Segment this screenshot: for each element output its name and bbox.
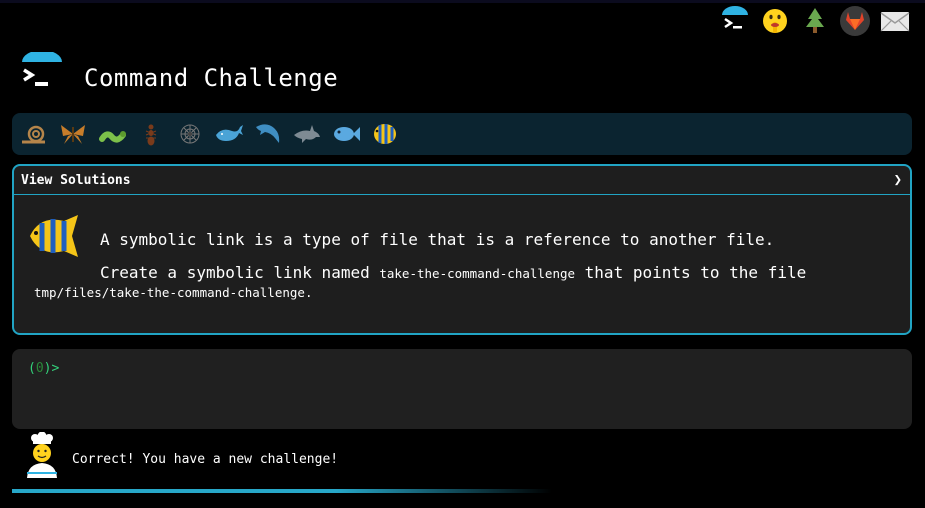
instruction-suffix: that points to the file: [575, 263, 807, 282]
shell-prompt: (0)>: [28, 361, 59, 376]
butterfly-icon[interactable]: [57, 119, 88, 150]
status-message: Correct! You have a new challenge!: [72, 452, 339, 467]
view-solutions-label[interactable]: View Solutions: [21, 173, 131, 188]
top-border: [0, 0, 925, 3]
ant-icon[interactable]: [135, 119, 166, 150]
instruction-prefix: Create a symbolic link named: [100, 263, 380, 282]
terminal-input[interactable]: (0)>: [12, 349, 912, 429]
tropical-fish-icon[interactable]: [369, 119, 400, 150]
top-nav: [719, 5, 911, 37]
prompt-exit-status: 0: [35, 361, 44, 376]
link-name-code: take-the-command-challenge: [379, 266, 576, 281]
progress-bar: [12, 489, 552, 493]
prompt-open: (: [28, 361, 36, 376]
evergreen-tree-icon[interactable]: [799, 5, 831, 37]
dolphin-icon[interactable]: [291, 119, 322, 150]
challenge-progress-bar: [12, 113, 912, 155]
prompt-close: )>: [43, 361, 60, 376]
target-path-code: tmp/files/take-the-command-challenge: [34, 285, 305, 300]
app-logo[interactable]: [20, 50, 64, 96]
tropical-fish-icon: [26, 211, 82, 261]
spider-icon[interactable]: [174, 119, 205, 150]
envelope-icon[interactable]: [879, 5, 911, 37]
page-title: Command Challenge: [84, 64, 339, 92]
challenge-panel: View Solutions ❯ A symbolic link is a ty…: [12, 164, 912, 335]
challenge-description: A symbolic link is a type of file that i…: [100, 230, 775, 249]
target-path-suffix: .: [304, 285, 313, 300]
target-path-line: tmp/files/take-the-command-challenge.: [34, 285, 312, 300]
snail-icon[interactable]: [18, 119, 49, 150]
fish-icon[interactable]: [330, 119, 361, 150]
gitlab-icon[interactable]: [839, 5, 871, 37]
chef-avatar-icon: [24, 431, 60, 478]
view-solutions-toggle[interactable]: View Solutions ❯: [14, 166, 910, 195]
shushing-face-icon[interactable]: [759, 5, 791, 37]
whale-icon[interactable]: [213, 119, 244, 150]
chevron-right-icon[interactable]: ❯: [894, 172, 902, 188]
dolphin-icon[interactable]: [252, 119, 283, 150]
challenge-instruction: Create a symbolic link named take-the-co…: [100, 263, 806, 282]
bug-icon[interactable]: [96, 119, 127, 150]
terminal-icon[interactable]: [719, 5, 751, 37]
